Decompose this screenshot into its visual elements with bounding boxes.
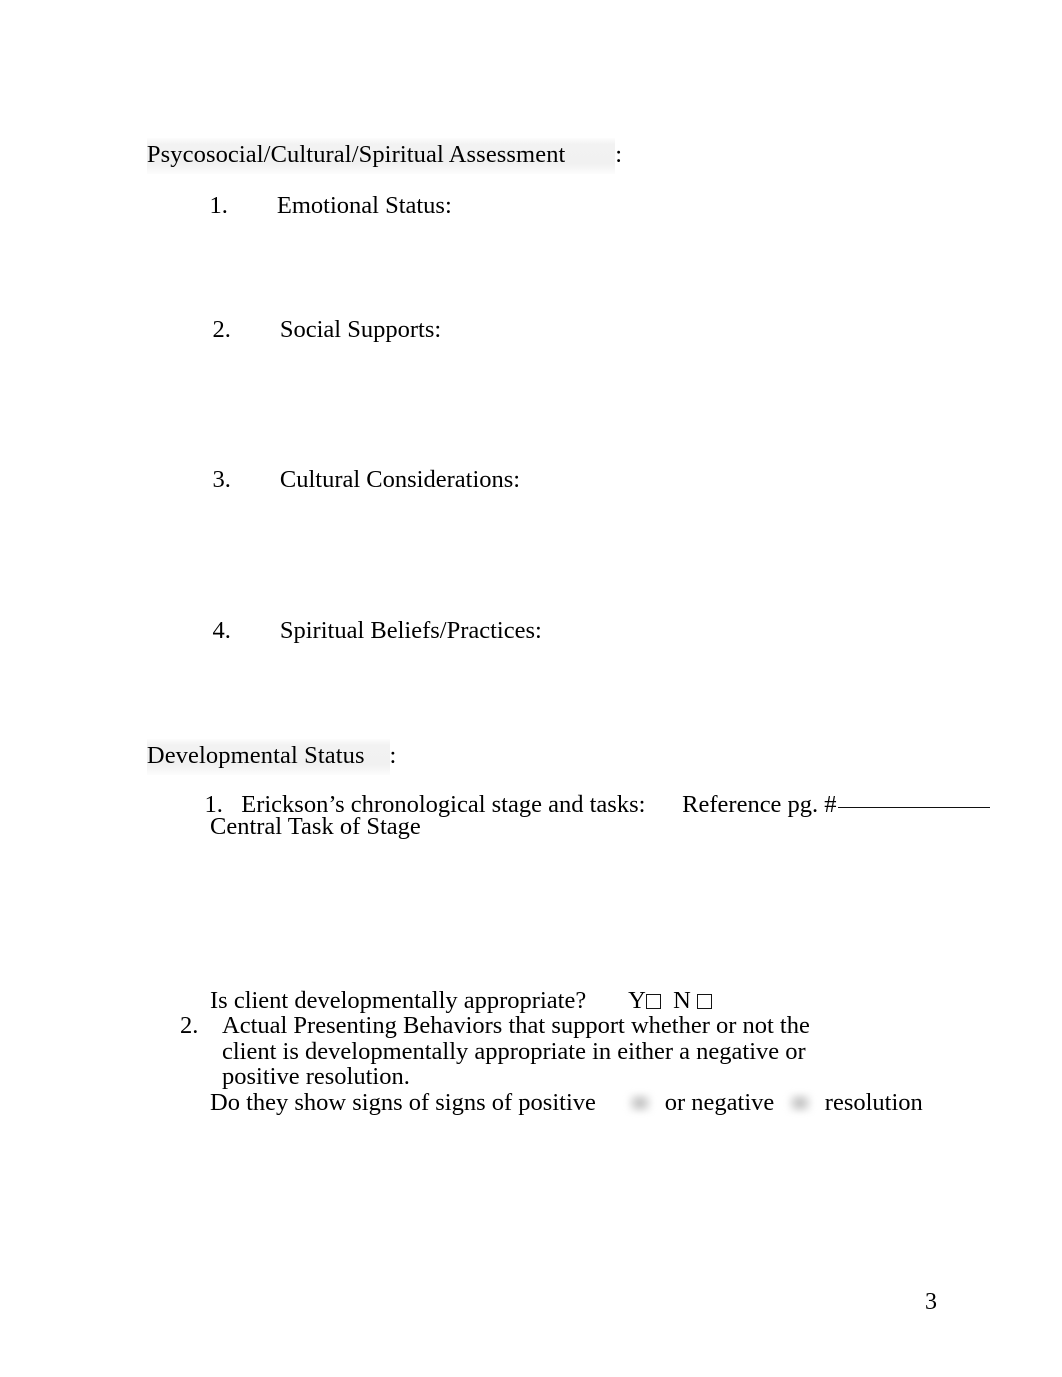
- list-item-number: 3.: [212, 466, 231, 493]
- list-item-actual-presenting-behaviors: 2. Actual Presenting Behaviors that supp…: [180, 1013, 840, 1090]
- list-item-social-supports: 2. Social Supports:: [188, 285, 442, 375]
- resolution-gap-3: [774, 1089, 786, 1116]
- reference-page-blank-field[interactable]: [837, 807, 990, 808]
- yn-gap: [661, 987, 673, 1014]
- list-item-gap: [231, 617, 280, 644]
- positive-resolution-checkbox-redacted[interactable]: [626, 1092, 653, 1114]
- resolution-gap-4: [813, 1089, 825, 1116]
- question-gap: [586, 987, 628, 1014]
- question-line-1: Is client developmentally appropriate? Y…: [210, 988, 923, 1014]
- question-prompt: Is client developmentally appropriate?: [210, 987, 587, 1014]
- list-item-gap: [231, 466, 280, 493]
- page-number: 3: [925, 1289, 937, 1315]
- resolution-prompt: Do they show signs of signs of positive: [210, 1089, 596, 1116]
- list-item-label: Cultural Considerations:: [279, 466, 521, 493]
- list-item-number: 4.: [212, 617, 231, 644]
- list-item-number: 1.: [209, 192, 228, 219]
- list-item-spiritual-beliefs: 4. Spiritual Beliefs/Practices:: [188, 586, 542, 676]
- list-item-label: Spiritual Beliefs/Practices:: [279, 617, 542, 644]
- list-item-gap: [231, 316, 280, 343]
- resolution-gap-1: [596, 1089, 627, 1116]
- no-checkbox[interactable]: [696, 994, 712, 1009]
- resolution-gap-2: [653, 1089, 665, 1116]
- question-line-2: Do they show signs of signs of positive …: [210, 1090, 923, 1116]
- list-item-cultural-considerations: 3. Cultural Considerations:: [188, 435, 521, 525]
- yes-checkbox[interactable]: [645, 994, 661, 1009]
- list-item-gap: [228, 192, 277, 219]
- document-page: Psycosocial/Cultural/Spiritual Assessmen…: [0, 0, 1062, 1377]
- resolution-end-text: resolution: [824, 1089, 923, 1116]
- reference-page-label: Reference pg. #: [682, 791, 837, 818]
- list-item-number: 2.: [212, 316, 231, 343]
- list-item-text: Actual Presenting Behaviors that support…: [222, 1012, 810, 1090]
- list-item-label: Emotional Status:: [276, 192, 452, 219]
- negative-resolution-checkbox-redacted[interactable]: [786, 1092, 813, 1114]
- no-label: N: [673, 987, 691, 1014]
- yes-label: Y: [628, 987, 646, 1014]
- list-item-number: 2.: [180, 1012, 199, 1039]
- reference-gap: [645, 791, 682, 818]
- resolution-mid-text: or negative: [664, 1089, 775, 1116]
- list-item-emotional-status: 1. Emotional Status:: [185, 161, 452, 251]
- section-heading-colon: :: [615, 141, 623, 168]
- central-task-of-stage-label: Central Task of Stage: [210, 813, 421, 840]
- list-item-label: Social Supports:: [279, 316, 442, 343]
- section-heading-spacer: [565, 138, 616, 174]
